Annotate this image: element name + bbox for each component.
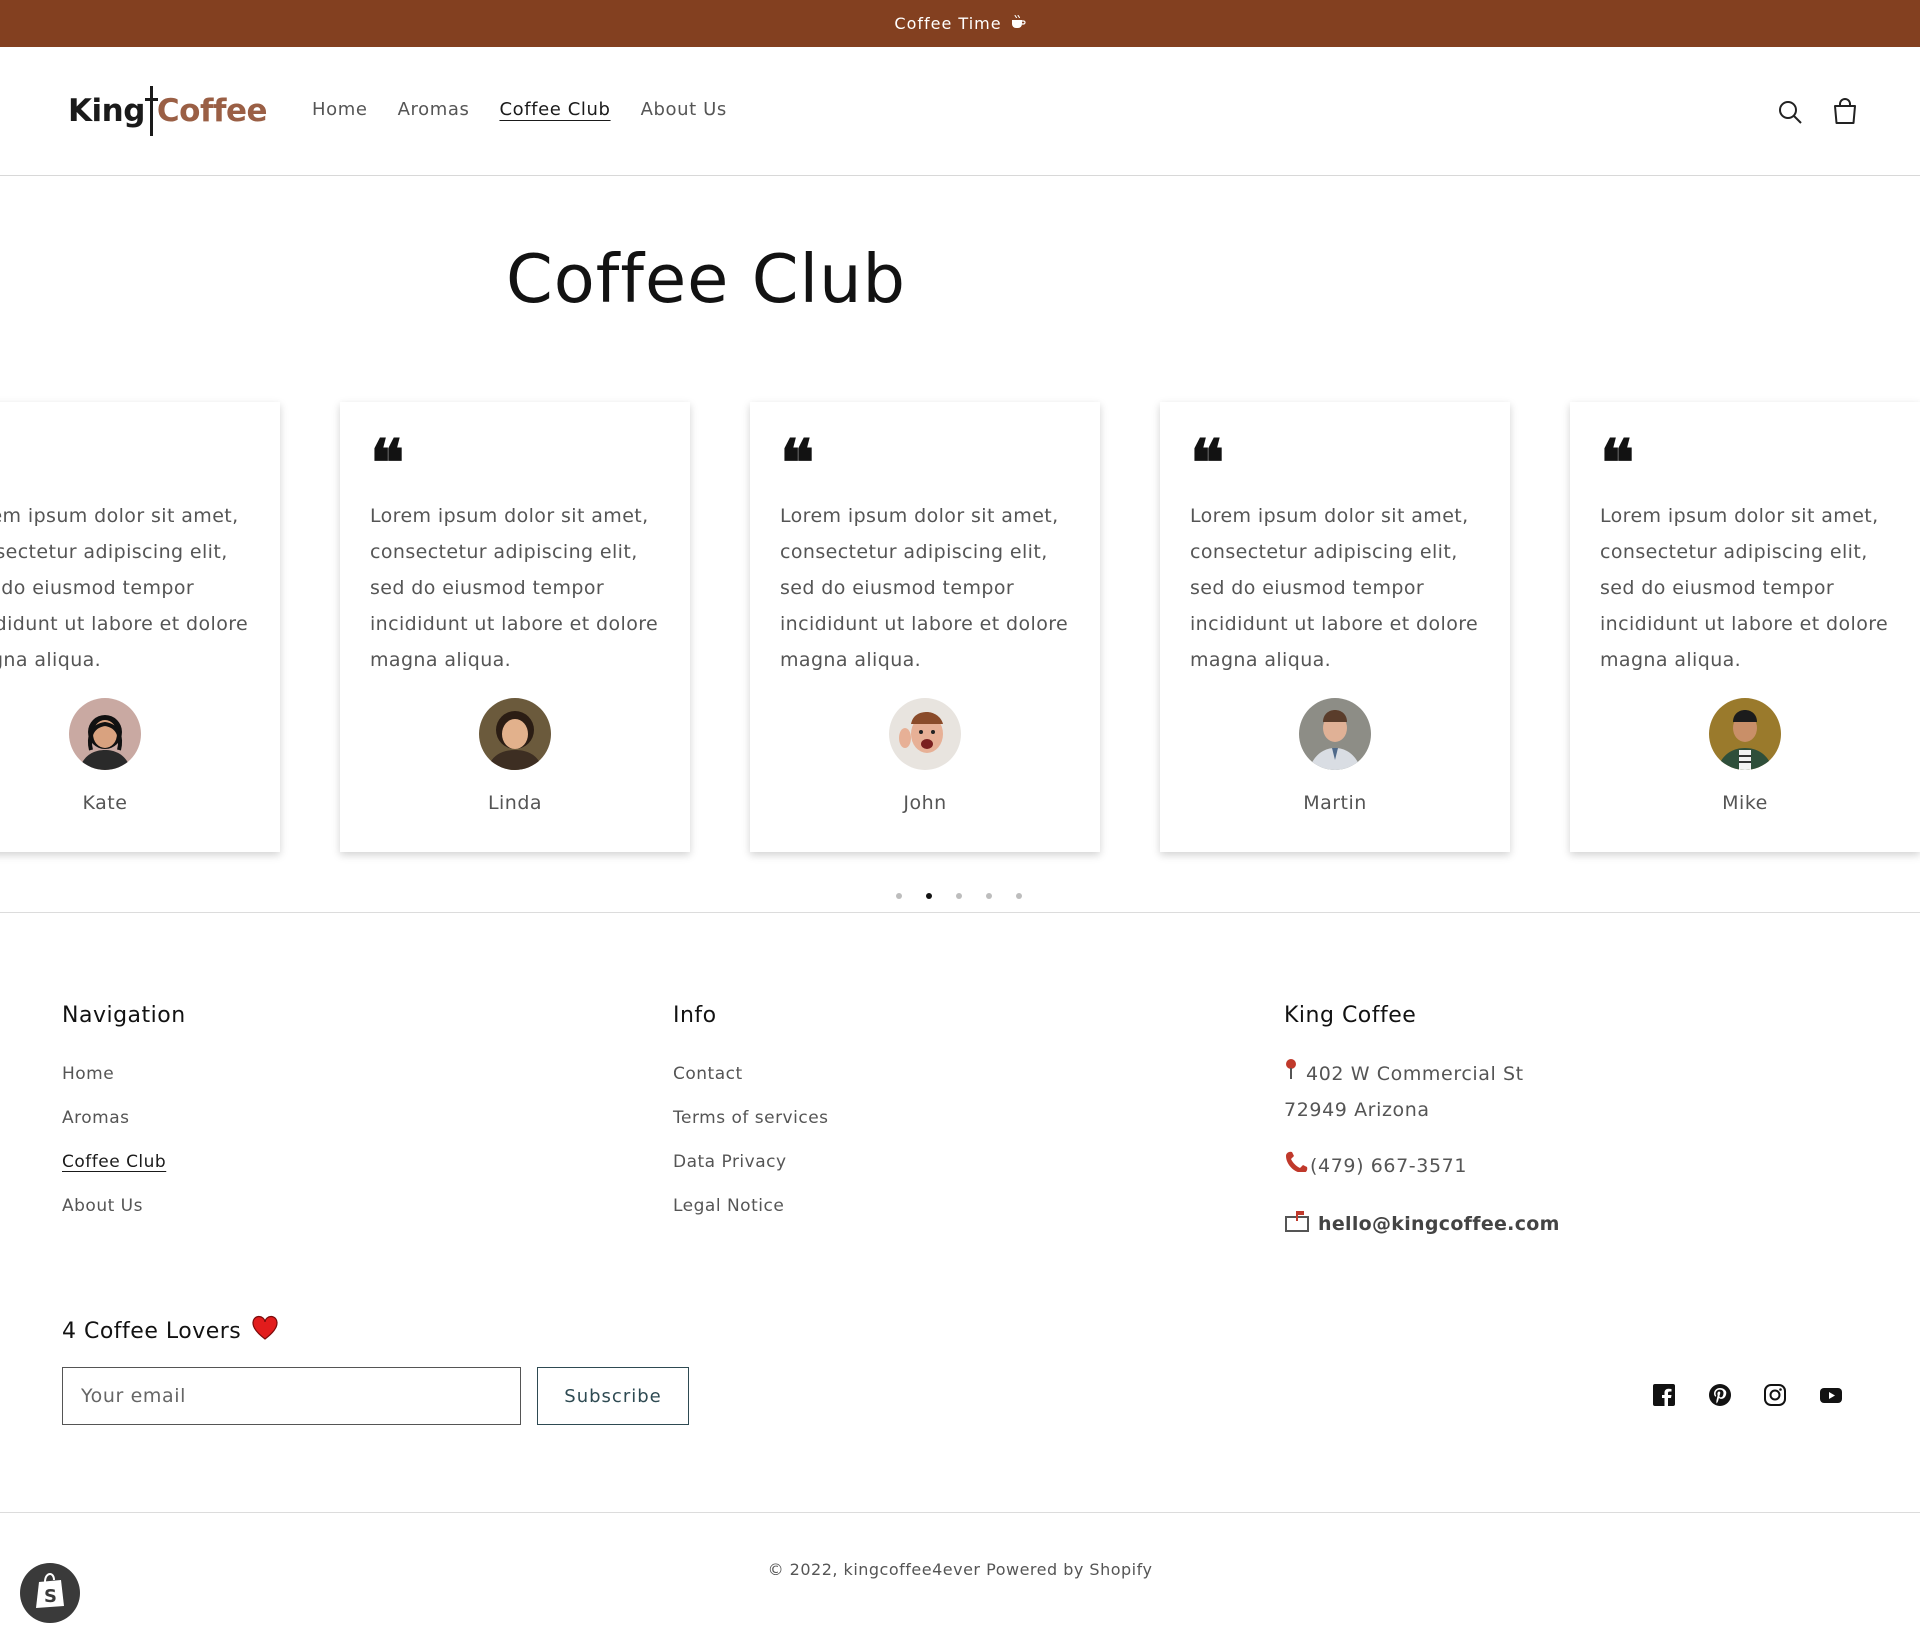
nav-coffee-club[interactable]: Coffee Club xyxy=(499,99,610,120)
footer-address-line2: 72949 Arizona xyxy=(1284,1099,1430,1121)
avatar-kate xyxy=(69,698,141,770)
slider-dot-5[interactable] xyxy=(1016,893,1022,899)
slider-dots xyxy=(896,893,1022,899)
subscribe-button[interactable]: Subscribe xyxy=(537,1367,689,1425)
section-divider xyxy=(0,912,1920,913)
pinterest-icon[interactable] xyxy=(1709,1384,1733,1408)
quote-icon: ❝ xyxy=(1600,426,1635,501)
testimonial-text: Lorem ipsum dolor sit amet, consectetur … xyxy=(0,505,249,671)
copyright-year: © 2022, xyxy=(767,1560,838,1579)
footer-company-heading: King Coffee xyxy=(1284,1003,1417,1028)
nav-home[interactable]: Home xyxy=(312,99,368,120)
quote-icon: ❝ xyxy=(370,426,405,501)
quote-icon: ❝ xyxy=(780,426,815,501)
address-line1-text: 402 W Commercial St xyxy=(1306,1063,1524,1085)
footer-link-contact[interactable]: Contact xyxy=(673,1064,743,1084)
heart-icon xyxy=(251,1315,279,1347)
slider-dot-4[interactable] xyxy=(986,893,992,899)
footer-link-about-us[interactable]: About Us xyxy=(62,1196,143,1216)
footer-info-heading: Info xyxy=(673,1003,717,1028)
youtube-icon[interactable] xyxy=(1819,1384,1843,1408)
nav-aromas[interactable]: Aromas xyxy=(398,99,470,120)
newsletter-email-input[interactable] xyxy=(62,1367,521,1425)
phone-text: (479) 667-3571 xyxy=(1310,1155,1468,1177)
footer-link-aromas[interactable]: Aromas xyxy=(62,1108,129,1128)
shopify-badge[interactable]: S xyxy=(20,1563,80,1623)
facebook-icon[interactable] xyxy=(1653,1384,1677,1408)
copyright-shop-link[interactable]: kingcoffee4ever xyxy=(844,1560,981,1579)
footer-divider xyxy=(0,1512,1920,1513)
testimonial-text: Lorem ipsum dolor sit amet, consectetur … xyxy=(1190,505,1479,671)
newsletter-title: 4 Coffee Lovers xyxy=(62,1315,279,1347)
footer-link-coffee-club[interactable]: Coffee Club xyxy=(62,1152,166,1172)
testimonial-card-kate: Lorem ipsum dolor sit amet, consectetur … xyxy=(0,402,280,852)
testimonial-name: Mike xyxy=(1722,792,1768,814)
testimonial-card-john: ❝ Lorem ipsum dolor sit amet, consectetu… xyxy=(750,402,1100,852)
footer-link-legal-notice[interactable]: Legal Notice xyxy=(673,1196,784,1216)
main-nav: Home Aromas Coffee Club About Us xyxy=(312,99,727,120)
powered-by-link[interactable]: Powered by Shopify xyxy=(986,1560,1152,1579)
footer-phone[interactable]: (479) 667-3571 xyxy=(1284,1148,1467,1184)
logo-divider xyxy=(144,86,158,136)
testimonial-name: Kate xyxy=(82,792,128,814)
instagram-icon[interactable] xyxy=(1764,1384,1788,1408)
mailbox-icon xyxy=(1284,1209,1318,1238)
page-title: Coffee Club xyxy=(506,240,907,318)
site-logo[interactable]: King Coffee xyxy=(68,83,268,139)
logo-text-king: King xyxy=(68,93,145,129)
footer-link-home[interactable]: Home xyxy=(62,1064,114,1084)
slider-dot-3[interactable] xyxy=(956,893,962,899)
announcement-text: Coffee Time xyxy=(894,14,1002,33)
slider-dot-2[interactable] xyxy=(926,893,932,899)
phone-icon xyxy=(1284,1148,1310,1184)
testimonial-name: Martin xyxy=(1303,792,1367,814)
footer-email[interactable]: hello@kingcoffee.com xyxy=(1284,1209,1560,1238)
footer-link-data-privacy[interactable]: Data Privacy xyxy=(673,1152,787,1172)
announcement-bar: Coffee Time xyxy=(0,0,1920,47)
logo-text-coffee: Coffee xyxy=(156,93,268,129)
quote-icon: ❝ xyxy=(1190,426,1225,501)
email-text: hello@kingcoffee.com xyxy=(1318,1212,1560,1235)
nav-about-us[interactable]: About Us xyxy=(641,99,727,120)
svg-text:S: S xyxy=(44,1586,57,1607)
pushpin-icon xyxy=(1284,1056,1302,1092)
site-header: King Coffee Home Aromas Coffee Club Abou… xyxy=(0,47,1920,176)
footer-link-terms[interactable]: Terms of services xyxy=(673,1108,829,1128)
testimonial-card-mike: ❝ Lorem ipsum dolor sit amet, consectetu… xyxy=(1570,402,1920,852)
avatar-linda xyxy=(479,698,551,770)
cart-icon[interactable] xyxy=(1828,95,1862,129)
testimonial-text: Lorem ipsum dolor sit amet, consectetur … xyxy=(780,505,1069,671)
testimonial-name: John xyxy=(903,792,947,814)
avatar-mike xyxy=(1709,698,1781,770)
testimonial-card-martin: ❝ Lorem ipsum dolor sit amet, consectetu… xyxy=(1160,402,1510,852)
shopify-bag-icon: S xyxy=(33,1572,67,1614)
slider-dot-1[interactable] xyxy=(896,893,902,899)
avatar-john xyxy=(889,698,961,770)
copyright: © 2022, kingcoffee4ever Powered by Shopi… xyxy=(0,1560,1920,1579)
testimonial-text: Lorem ipsum dolor sit amet, consectetur … xyxy=(1600,505,1889,671)
newsletter-title-text: 4 Coffee Lovers xyxy=(62,1318,242,1344)
testimonial-card-linda: ❝ Lorem ipsum dolor sit amet, consectetu… xyxy=(340,402,690,852)
testimonial-text: Lorem ipsum dolor sit amet, consectetur … xyxy=(370,505,659,671)
avatar-martin xyxy=(1299,698,1371,770)
coffee-cup-icon xyxy=(1010,14,1026,34)
footer-navigation-heading: Navigation xyxy=(62,1003,186,1028)
search-icon[interactable] xyxy=(1773,95,1807,129)
testimonial-name: Linda xyxy=(487,792,543,814)
footer-address-line1: 402 W Commercial St xyxy=(1284,1056,1524,1092)
